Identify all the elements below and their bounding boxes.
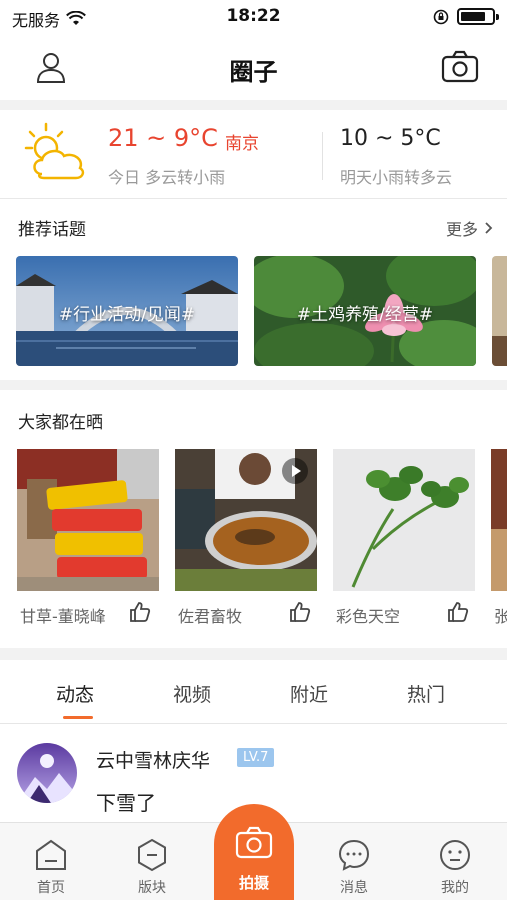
- hexagon-icon: [138, 838, 166, 872]
- camera-icon: [235, 826, 273, 859]
- topic-card-partial[interactable]: [492, 256, 507, 366]
- topic-card[interactable]: #行业活动/见闻#: [16, 256, 238, 366]
- face-icon: [440, 840, 470, 870]
- tab-profile[interactable]: 我的: [415, 823, 495, 900]
- battery-icon: [457, 8, 499, 25]
- tab-label: 拍摄: [238, 874, 269, 892]
- topics-more-link[interactable]: 更多: [446, 216, 493, 240]
- showcase-photo[interactable]: [333, 449, 475, 591]
- topics-title: 推荐话题: [18, 220, 86, 240]
- weather-divider: [322, 132, 323, 180]
- tomorrow-temperature: 10 ~ 5°C: [340, 126, 441, 151]
- tab-label: 首页: [37, 880, 65, 896]
- divider: [0, 648, 507, 660]
- showcase-user[interactable]: 甘草-董晓峰: [20, 603, 106, 627]
- photo-image: [17, 449, 159, 591]
- tab-sections[interactable]: 版块: [112, 823, 192, 900]
- showcase-user[interactable]: 彩色天空: [336, 603, 400, 627]
- chevron-right-icon: [485, 222, 493, 234]
- tab-label: 版块: [138, 880, 166, 896]
- divider: [0, 380, 507, 390]
- showcase-title: 大家都在晒: [18, 413, 103, 433]
- home-icon: [36, 839, 66, 870]
- today-description: 今日 多云转小雨: [108, 168, 226, 187]
- photo-image: [333, 449, 475, 591]
- avatar[interactable]: [17, 743, 77, 803]
- thumbs-up-icon[interactable]: [446, 600, 470, 624]
- message-icon: [338, 839, 370, 871]
- thumbs-up-icon[interactable]: [288, 600, 312, 624]
- tab-dynamic[interactable]: 动态: [56, 680, 94, 707]
- tab-video[interactable]: 视频: [173, 680, 211, 707]
- topic-label: #土鸡养殖/经营#: [296, 305, 434, 325]
- partly-cloudy-icon: [24, 122, 85, 180]
- tab-messages[interactable]: 消息: [314, 823, 394, 900]
- tomorrow-description: 明天小雨转多云: [340, 168, 453, 187]
- divider: [0, 198, 507, 199]
- topic-label: #行业活动/见闻#: [58, 305, 196, 325]
- post-text[interactable]: 下雪了: [96, 787, 156, 816]
- page-title: 圈子: [229, 58, 278, 86]
- showcase-photo[interactable]: [17, 449, 159, 591]
- tab-home[interactable]: 首页: [11, 823, 91, 900]
- avatar-image: [17, 743, 77, 803]
- more-label: 更多: [445, 220, 478, 239]
- weather-card[interactable]: 21 ~ 9°C 南京 今日 多云转小雨 10 ~ 5°C 明天小雨转多云: [0, 110, 507, 198]
- tab-label: 我的: [441, 880, 469, 896]
- status-time: 18:22: [226, 6, 281, 26]
- showcase-user[interactable]: 佐君畜牧: [178, 603, 242, 627]
- tab-shoot[interactable]: 拍摄: [214, 804, 294, 900]
- tab-hot[interactable]: 热门: [407, 680, 445, 707]
- feed-tabs: 动态 视频 附近 热门: [0, 660, 507, 724]
- tab-nearby[interactable]: 附近: [290, 680, 328, 707]
- rotation-lock-icon: [433, 9, 449, 24]
- status-bar: 无服务 18:22: [0, 0, 507, 34]
- showcase-photo-partial[interactable]: [491, 449, 507, 591]
- showcase-user[interactable]: 张: [494, 603, 507, 627]
- thumbs-up-icon[interactable]: [128, 600, 152, 624]
- showcase-photo[interactable]: [175, 449, 317, 591]
- divider: [0, 100, 507, 110]
- today-temperature: 21 ~ 9°C: [108, 124, 218, 152]
- topic-card[interactable]: #土鸡养殖/经营#: [254, 256, 476, 366]
- active-tab-indicator: [63, 716, 93, 719]
- city-label: 南京: [225, 134, 259, 154]
- nav-bar: 圈子: [0, 34, 507, 100]
- tab-label: 消息: [340, 880, 368, 896]
- level-badge: LV.7: [237, 748, 275, 767]
- photo-image: [491, 449, 507, 591]
- post-username[interactable]: 云中雪林庆华: [96, 746, 210, 773]
- video-play-icon[interactable]: [281, 457, 309, 485]
- camera-icon[interactable]: [441, 50, 479, 84]
- topic-image: [492, 256, 507, 366]
